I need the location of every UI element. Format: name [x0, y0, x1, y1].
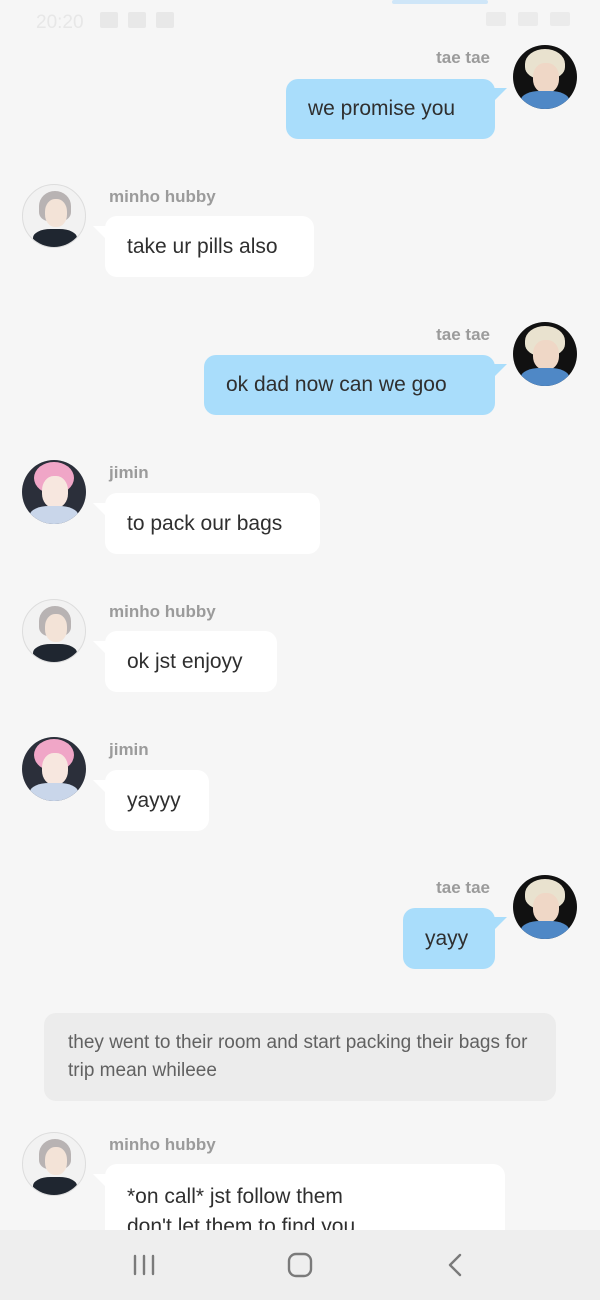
app-notification-icon [128, 12, 146, 28]
avatar-tae[interactable] [513, 322, 577, 386]
mute-icon [486, 12, 506, 26]
sender-name: jimin [109, 740, 149, 759]
message-bubble[interactable]: take ur pills also [105, 216, 314, 277]
message-bubble[interactable]: ok jst enjoyy [105, 631, 277, 692]
recent-apps-icon[interactable] [129, 1250, 159, 1280]
avatar-tae[interactable] [513, 875, 577, 939]
avatar-jimin[interactable] [22, 460, 86, 524]
message-bubble[interactable]: ok dad now can we goo [204, 355, 495, 415]
back-icon[interactable] [441, 1250, 471, 1280]
message-line: *on call* jst follow them [127, 1185, 343, 1208]
wifi-icon [518, 12, 538, 26]
message-bubble[interactable]: yayy [403, 908, 495, 969]
system-icons [486, 12, 570, 26]
message-bubble[interactable]: to pack our bags [105, 493, 320, 554]
sender-name: jimin [109, 463, 149, 482]
gallery-notification-icon [100, 12, 118, 28]
bubble-tail [493, 917, 507, 931]
avatar-minho[interactable] [22, 1132, 86, 1196]
message-bubble[interactable]: yayyy [105, 770, 209, 831]
message-notification-icon [156, 12, 174, 28]
sender-name: minho hubby [109, 187, 216, 206]
message-bubble[interactable]: we promise you [286, 79, 495, 139]
sender-name: tae tae [436, 325, 490, 344]
narration-box[interactable]: they went to their room and start packin… [44, 1013, 556, 1101]
sender-name: minho hubby [109, 1135, 216, 1154]
notification-icons [100, 12, 174, 28]
sender-name: tae tae [436, 48, 490, 67]
status-time: 20:20 [36, 12, 84, 33]
avatar-jimin[interactable] [22, 737, 86, 801]
avatar-tae[interactable] [513, 45, 577, 109]
home-icon[interactable] [285, 1250, 315, 1280]
status-bar: 20:20 [0, 0, 600, 44]
bubble-tail [493, 88, 507, 102]
battery-icon [550, 12, 570, 26]
sender-name: minho hubby [109, 602, 216, 621]
avatar-minho[interactable] [22, 599, 86, 663]
navigation-bar [0, 1230, 600, 1300]
top-indicator [392, 0, 488, 4]
sender-name: tae tae [436, 878, 490, 897]
bubble-tail [493, 364, 507, 378]
avatar-minho[interactable] [22, 184, 86, 248]
